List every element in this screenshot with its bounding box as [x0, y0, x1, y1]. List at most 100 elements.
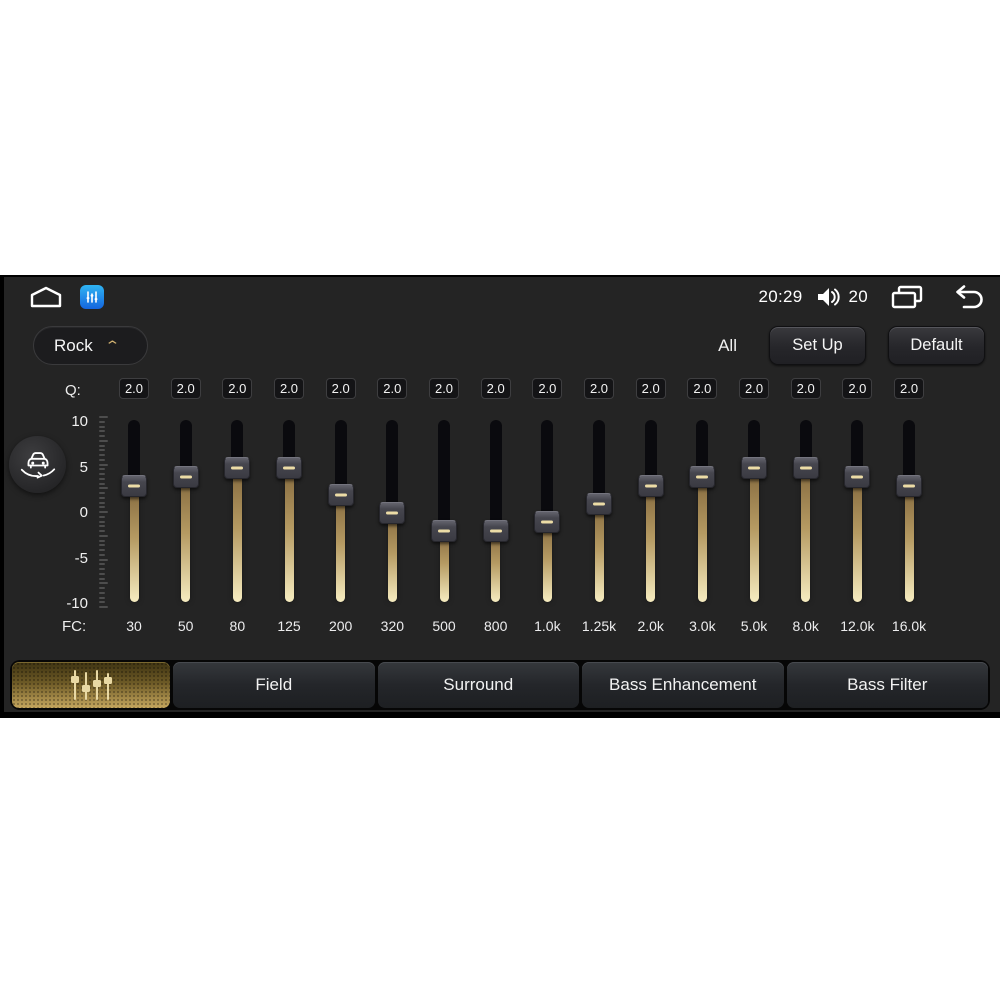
gain-scale-tick — [99, 601, 105, 604]
eq-slider-thumb[interactable] — [844, 465, 871, 488]
eq-slider-thumb[interactable] — [482, 520, 509, 543]
tab-field[interactable]: Field — [173, 662, 375, 708]
fc-frequency-label: 80 — [229, 618, 246, 634]
eq-app-icon[interactable] — [80, 285, 104, 309]
tab-surround[interactable]: Surround — [377, 662, 579, 708]
preset-label: Rock — [54, 335, 93, 355]
fc-frequency-label: 320 — [380, 618, 405, 634]
slider-track-lower[interactable] — [232, 467, 242, 602]
q-value-badge: 2.0 — [739, 378, 770, 399]
bottom-tab-bar: Field Surround Bass Enhancement Bass Filter — [10, 660, 990, 710]
eq-slider-thumb[interactable] — [327, 483, 354, 506]
gain-scale-tick — [99, 454, 105, 456]
home-icon[interactable] — [28, 285, 64, 309]
fc-frequency-label: 500 — [432, 618, 456, 634]
gain-scale-tick — [99, 591, 105, 594]
eq-slider-thumb[interactable] — [586, 492, 613, 515]
q-value-badge: 2.0 — [222, 378, 253, 399]
slider-track-lower[interactable] — [904, 485, 914, 602]
fc-frequency-label: 1.25k — [581, 618, 617, 634]
equalizer-panel: 20:29 20 Rock ⌃︎ All Set Up Default Q: F… — [4, 277, 1000, 712]
gain-scale-tick — [99, 530, 105, 532]
q-value-badge: 2.0 — [119, 378, 149, 399]
gain-scale-tick — [99, 463, 108, 466]
back-arrow-icon[interactable] — [950, 284, 986, 310]
gain-scale-tick — [99, 496, 105, 499]
eq-slider-thumb[interactable] — [121, 474, 147, 497]
q-axis-label: Q: — [65, 382, 81, 399]
car-surround-button[interactable] — [9, 436, 66, 493]
eq-slider-thumb[interactable] — [792, 456, 819, 479]
slider-track-lower[interactable] — [542, 522, 552, 602]
fc-frequency-label: 16.0k — [891, 618, 927, 634]
slider-track-lower[interactable] — [284, 467, 294, 602]
screenshot-canvas: 20:29 20 Rock ⌃︎ All Set Up Default Q: F… — [0, 0, 1000, 1000]
eq-band-column: 2.0 16.0k — [883, 277, 935, 712]
eq-slider-thumb[interactable] — [379, 502, 406, 524]
gain-scale-tick — [99, 449, 105, 452]
gain-scale-tick — [99, 511, 108, 513]
eq-band-column: 2.0 320 — [366, 277, 418, 712]
gain-scale-tick — [99, 473, 105, 475]
eq-slider-thumb[interactable] — [172, 465, 199, 488]
q-value-badge: 2.0 — [894, 378, 925, 399]
gain-scale-tick — [99, 568, 105, 570]
eq-band-column: 2.0 2.0k — [625, 277, 677, 712]
eq-slider-thumb[interactable] — [741, 456, 768, 479]
slider-track-lower[interactable] — [181, 476, 191, 602]
gain-scale-tick — [99, 501, 105, 504]
eq-slider-thumb[interactable] — [689, 465, 716, 488]
eq-sliders-icon — [71, 670, 112, 700]
fc-frequency-label: 1.0k — [534, 618, 561, 634]
tab-bass-filter[interactable]: Bass Filter — [786, 662, 988, 708]
eq-slider-thumb[interactable] — [431, 520, 458, 543]
eq-slider-thumb[interactable] — [276, 456, 302, 479]
slider-track-lower[interactable] — [852, 476, 862, 602]
slider-track-lower[interactable] — [801, 467, 811, 602]
gain-scale-tick — [99, 468, 105, 471]
gain-scale-label: -10 — [66, 595, 88, 612]
gain-scale-label: -5 — [74, 549, 88, 567]
fc-frequency-label: 12.0k — [840, 618, 875, 634]
gain-scale-tick — [99, 458, 105, 461]
gain-scale-tick — [99, 520, 105, 523]
q-value-badge: 2.0 — [842, 378, 873, 399]
q-value-badge: 2.0 — [377, 378, 408, 399]
gain-scale-tick — [99, 563, 105, 566]
gain-scale-tick — [99, 606, 108, 608]
gain-scale-tick — [99, 587, 105, 589]
eq-slider-thumb[interactable] — [637, 474, 664, 497]
eq-slider-thumb[interactable] — [534, 511, 561, 534]
slider-track-lower[interactable] — [594, 503, 604, 602]
slider-track-lower[interactable] — [129, 485, 139, 602]
q-value-badge: 2.0 — [480, 378, 511, 399]
tab-equalizer[interactable] — [12, 662, 170, 708]
gain-scale-tick — [99, 420, 105, 423]
gain-scale-tick — [99, 549, 105, 551]
slider-track-lower[interactable] — [749, 467, 759, 602]
gain-scale-tick — [99, 515, 105, 518]
eq-band-column: 2.0 800 — [470, 277, 522, 712]
eq-band-column: 2.0 125 — [263, 277, 315, 712]
fc-frequency-label: 50 — [177, 618, 194, 634]
eq-band-column: 2.0 8.0k — [780, 277, 832, 712]
q-value-badge: 2.0 — [635, 378, 666, 399]
gain-scale-tick — [99, 477, 105, 480]
slider-track-lower[interactable] — [387, 513, 397, 602]
q-value-badge: 2.0 — [170, 378, 201, 399]
q-value-badge: 2.0 — [429, 378, 460, 399]
eq-slider-thumb[interactable] — [224, 456, 251, 479]
gain-scale-tick — [99, 482, 105, 485]
slider-track-lower[interactable] — [336, 494, 346, 602]
tab-bass-enhancement[interactable]: Bass Enhancement — [582, 662, 784, 708]
eq-slider-thumb[interactable] — [896, 474, 923, 497]
gain-scale-tick — [99, 582, 108, 585]
gain-scale-tick — [99, 558, 108, 561]
gain-scale-tick — [99, 572, 105, 575]
eq-band-column: 2.0 200 — [315, 277, 367, 712]
slider-track-lower[interactable] — [697, 476, 707, 602]
fc-frequency-label: 8.0k — [792, 618, 819, 634]
head-unit-screen: 20:29 20 Rock ⌃︎ All Set Up Default Q: F… — [0, 275, 1000, 718]
gain-scale-tick — [99, 435, 105, 437]
slider-track-lower[interactable] — [646, 485, 656, 602]
